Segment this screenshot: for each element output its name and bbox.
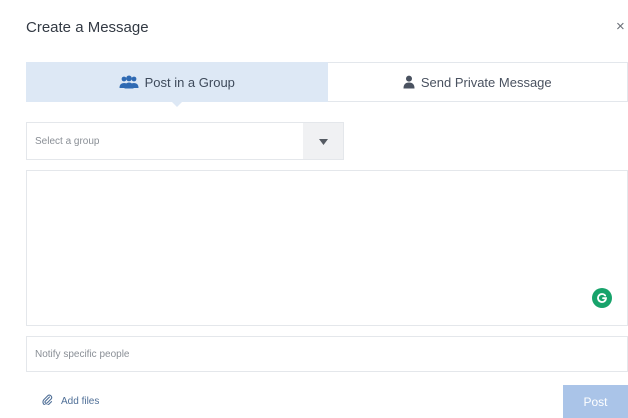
dialog-title: Create a Message [26,19,149,36]
create-message-dialog: Create a Message × Post in a Group Send … [0,0,628,418]
grammarly-icon[interactable] [592,288,612,308]
tab-post-in-group[interactable]: Post in a Group [26,62,328,107]
tab-label: Post in a Group [144,74,235,90]
tab-label: Send Private Message [420,74,552,90]
add-files-link[interactable]: Add files [42,394,99,408]
person-icon [403,75,415,89]
group-select-placeholder: Select a group [35,135,100,147]
tab-send-private-message[interactable]: Send Private Message [327,62,628,102]
notify-input[interactable] [33,347,627,361]
message-textarea[interactable] [27,171,627,325]
post-button[interactable]: Post [563,385,628,418]
caret-down-icon [318,132,328,150]
close-button[interactable]: × [616,18,625,35]
message-editor [26,170,628,326]
dropdown-toggle[interactable] [303,123,343,159]
add-files-label: Add files [61,395,100,407]
group-icon [119,75,139,89]
notify-field [26,336,628,372]
group-select[interactable]: Select a group [26,122,344,160]
message-type-tabs: Post in a Group Send Private Message [26,62,628,107]
paperclip-icon [42,394,53,408]
